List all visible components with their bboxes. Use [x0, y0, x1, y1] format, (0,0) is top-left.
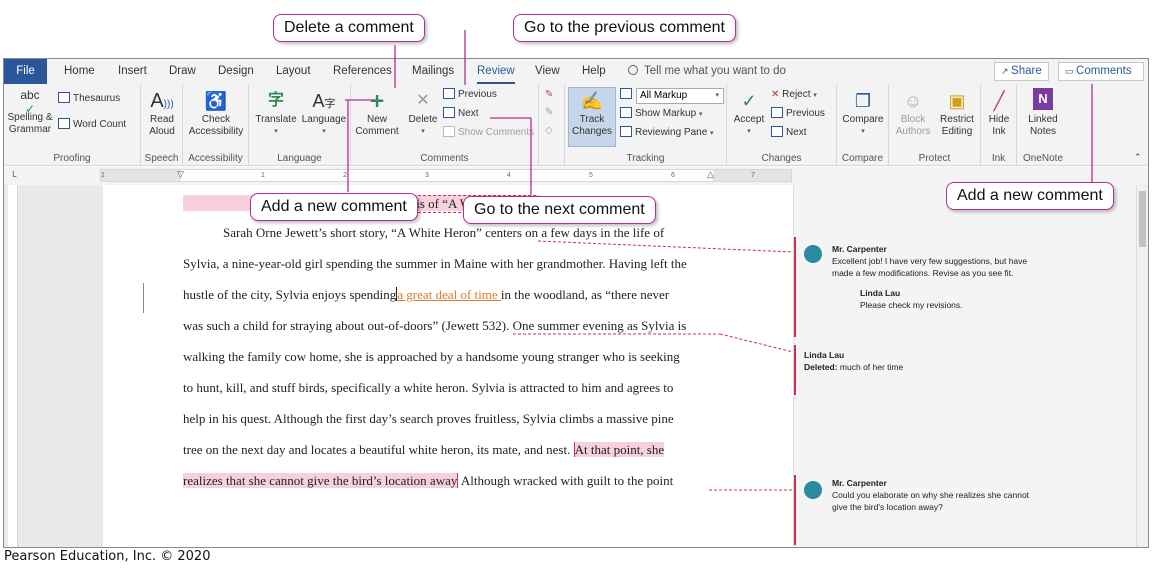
callout-new-comment: Add a new comment	[250, 193, 418, 221]
callout-add-new-comment: Add a new comment	[946, 182, 1114, 210]
callout-delete-comment: Delete a comment	[273, 14, 425, 42]
copyright-credit: Pearson Education, Inc. © 2020	[4, 549, 211, 564]
callout-connectors	[345, 30, 1093, 491]
callout-previous-comment: Go to the previous comment	[513, 14, 736, 42]
callout-next-comment: Go to the next comment	[463, 196, 656, 224]
